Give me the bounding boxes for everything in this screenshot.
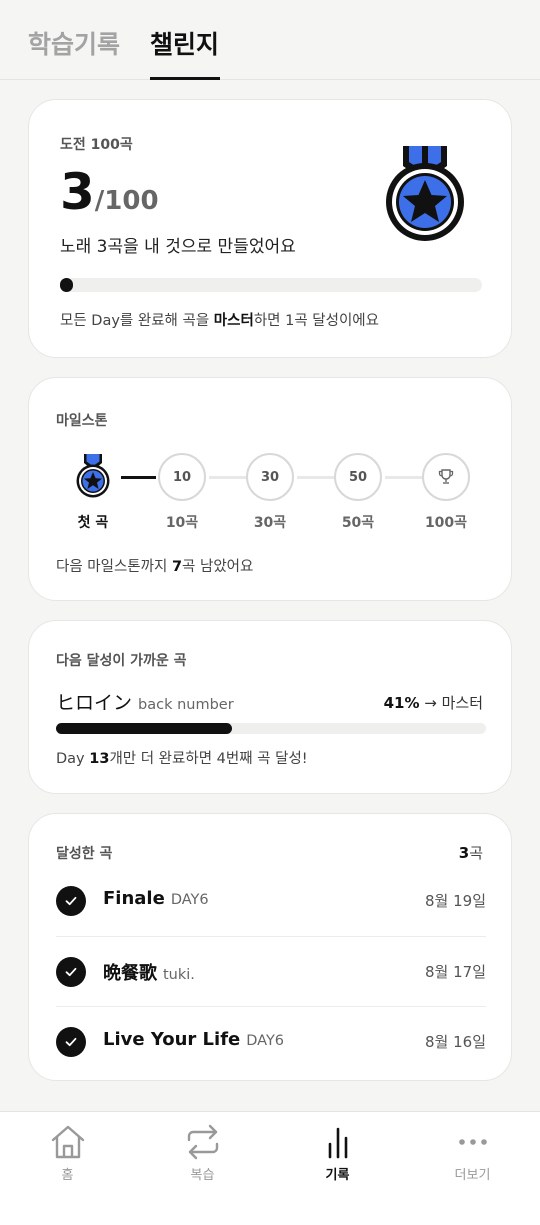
milestone-note: 다음 마일스톤까지 7곡 남았어요 — [56, 559, 254, 575]
milestone-label: 30곡 — [253, 515, 287, 531]
check-icon — [56, 1027, 86, 1057]
medal-star-icon — [76, 454, 110, 498]
nav-home-label: 홈 — [61, 1168, 74, 1183]
challenge-progress-bar — [60, 278, 482, 292]
milestone-connector — [121, 476, 156, 479]
milestone-label: 첫 곡 — [77, 515, 109, 531]
milestone-100 — [422, 453, 470, 501]
check-icon — [56, 957, 86, 987]
next-song-progress-fill — [56, 723, 233, 734]
next-song-artist: back number — [138, 697, 234, 713]
next-song-note: Day 13개만 더 완료하면 4번째 곡 달성! — [56, 751, 308, 767]
challenge-note: 모든 Day를 완료해 곡을 마스터하면 1곡 달성이에요 — [60, 313, 379, 329]
tab-study-log[interactable]: 학습기록 — [28, 28, 120, 62]
nav-review[interactable]: 복습 — [135, 1112, 270, 1225]
milestone-title: 마일스톤 — [56, 413, 108, 429]
challenge-current: 3 — [60, 163, 95, 221]
next-song-progress-bar — [56, 723, 486, 734]
milestone-connector — [297, 476, 335, 479]
milestone-label: 10곡 — [165, 515, 199, 531]
next-song-percent: 41% → 마스터 — [383, 694, 483, 712]
challenge-subtitle: 노래 3곡을 내 것으로 만들었어요 — [60, 237, 296, 257]
nav-records[interactable]: 기록 — [270, 1112, 405, 1225]
achieved-song-date: 8월 16일 — [425, 1033, 486, 1051]
next-song-section-title: 다음 달성이 가까운 곡 — [56, 653, 187, 669]
achieved-song-title: 晩餐歌 tuki. — [103, 963, 195, 984]
achieved-song-row[interactable]: Finale DAY6 8월 19일 — [56, 866, 486, 936]
milestone-connector — [209, 476, 247, 479]
milestone-label: 100곡 — [424, 515, 468, 531]
next-song-title: ヒロイン back number — [56, 692, 234, 714]
milestone-label: 50곡 — [341, 515, 375, 531]
achieved-songs-card: 달성한 곡 3곡 Finale DAY6 8월 19일 晩餐歌 tuki. 8월 1… — [28, 813, 512, 1081]
check-icon — [56, 886, 86, 916]
milestone-card: 마일스톤 10 30 50 첫 곡 10곡 30곡 50곡 100곡 다음 마일… — [28, 377, 512, 601]
achieved-song-date: 8월 17일 — [425, 963, 486, 981]
milestone-10: 10 — [158, 453, 206, 501]
medal-star-icon — [386, 146, 464, 241]
home-icon — [51, 1125, 84, 1159]
achieved-song-artist: DAY6 — [246, 1033, 285, 1049]
challenge-count: 3/100 — [60, 162, 159, 222]
challenge-progress-fill — [60, 278, 73, 292]
achieved-song-row[interactable]: Live Your Life DAY6 8월 16일 — [56, 1006, 486, 1076]
bar-chart-icon — [328, 1127, 347, 1159]
nav-more[interactable]: 더보기 — [405, 1112, 540, 1225]
tab-challenge[interactable]: 챌린지 — [150, 28, 219, 62]
bottom-nav: 홈 복습 기록 더보기 — [0, 1111, 540, 1225]
achieved-song-date: 8월 19일 — [425, 892, 486, 910]
achieved-song-title: Live Your Life DAY6 — [103, 1029, 285, 1050]
achieved-title: 달성한 곡 — [56, 846, 113, 862]
challenge-title: 도전 100곡 — [60, 137, 133, 153]
challenge-card: 도전 100곡 3/100 노래 3곡을 내 것으로 만들었어요 모든 Day를… — [28, 99, 512, 358]
milestone-connector — [385, 476, 423, 479]
achieved-song-row[interactable]: 晩餐歌 tuki. 8월 17일 — [56, 936, 486, 1006]
nav-home[interactable]: 홈 — [0, 1112, 135, 1225]
milestone-50: 50 — [334, 453, 382, 501]
nav-records-label: 기록 — [325, 1168, 350, 1183]
achieved-song-title: Finale DAY6 — [103, 888, 209, 909]
more-icon — [458, 1139, 487, 1145]
achieved-song-artist: DAY6 — [170, 892, 209, 908]
nav-review-label: 복습 — [190, 1168, 215, 1183]
trophy-icon — [438, 469, 454, 484]
challenge-total: /100 — [94, 186, 159, 216]
active-tab-indicator — [150, 77, 220, 80]
next-song-card[interactable]: 다음 달성이 가까운 곡 ヒロイン back number 41% → 마스터 D… — [28, 620, 512, 794]
repeat-icon — [187, 1124, 218, 1160]
achieved-count: 3곡 — [458, 844, 483, 862]
top-tab-bar: 학습기록 챌린지 — [0, 0, 540, 80]
milestone-30: 30 — [246, 453, 294, 501]
nav-more-label: 더보기 — [454, 1168, 491, 1183]
achieved-song-artist: tuki. — [163, 967, 195, 983]
